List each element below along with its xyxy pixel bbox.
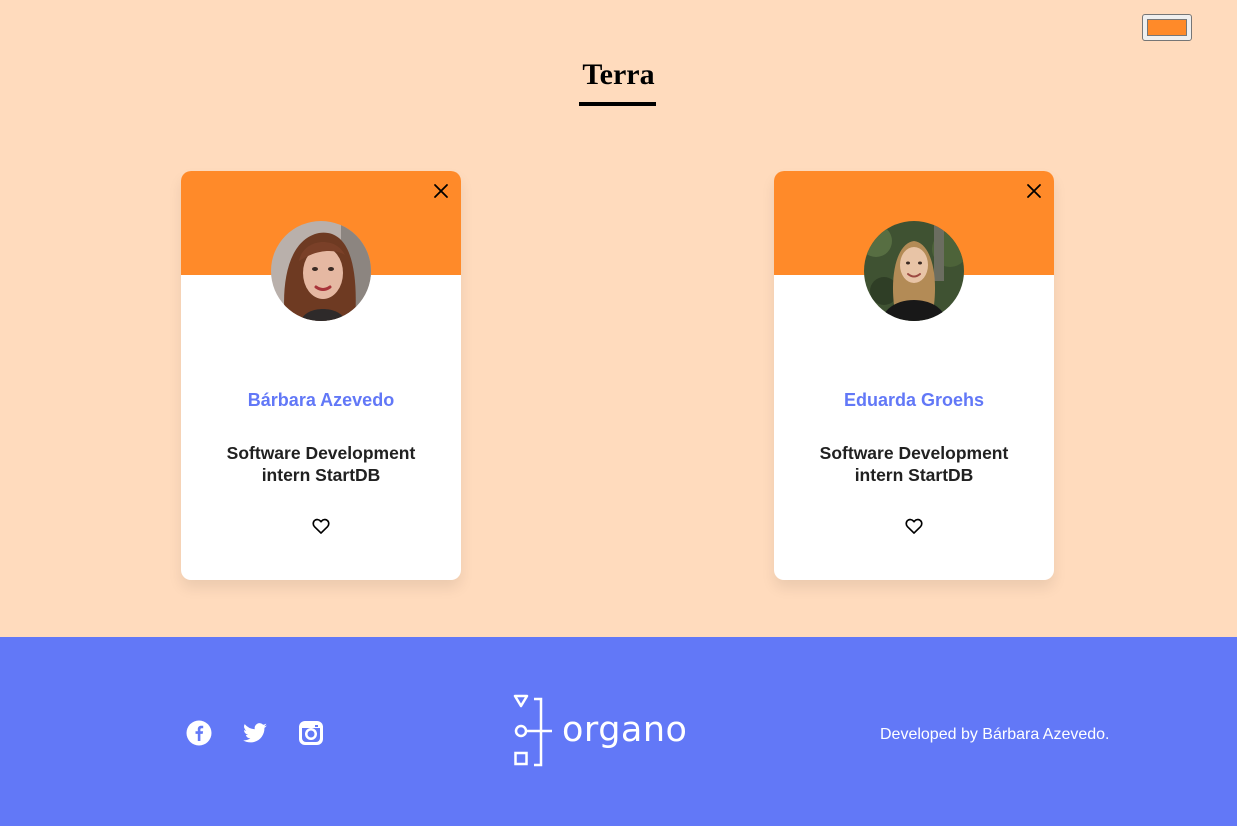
member-card: Eduarda Groehs Software Development inte… xyxy=(774,171,1054,580)
member-role: Software Development intern StartDB xyxy=(226,443,416,485)
credits-text: Developed by Bárbara Azevedo. xyxy=(880,726,1110,743)
team-title-underline xyxy=(579,102,656,106)
instagram-icon[interactable] xyxy=(298,720,324,746)
heart-outline-icon[interactable] xyxy=(904,516,924,536)
close-icon[interactable] xyxy=(431,181,451,201)
team-color-picker[interactable] xyxy=(1142,14,1192,41)
close-icon[interactable] xyxy=(1024,181,1044,201)
organo-logo-icon xyxy=(513,694,552,767)
twitter-icon[interactable] xyxy=(242,720,268,746)
avatar xyxy=(271,221,371,321)
color-swatch xyxy=(1147,19,1187,36)
team-title: Terra xyxy=(582,58,655,91)
member-name: Eduarda Groehs xyxy=(843,390,985,410)
member-card: Bárbara Azevedo Software Development int… xyxy=(181,171,461,580)
team-section: Terra Bárbara Azevedo Software Developme… xyxy=(0,0,1237,637)
organo-logo: organo xyxy=(512,693,712,769)
footer: organo Developed by Bárbara Azevedo. xyxy=(0,637,1237,826)
member-role: Software Development intern StartDB xyxy=(819,443,1009,485)
logo-text: organo xyxy=(562,710,688,750)
member-name: Bárbara Azevedo xyxy=(247,390,395,410)
heart-outline-icon[interactable] xyxy=(311,516,331,536)
facebook-icon[interactable] xyxy=(186,720,212,746)
avatar xyxy=(864,221,964,321)
